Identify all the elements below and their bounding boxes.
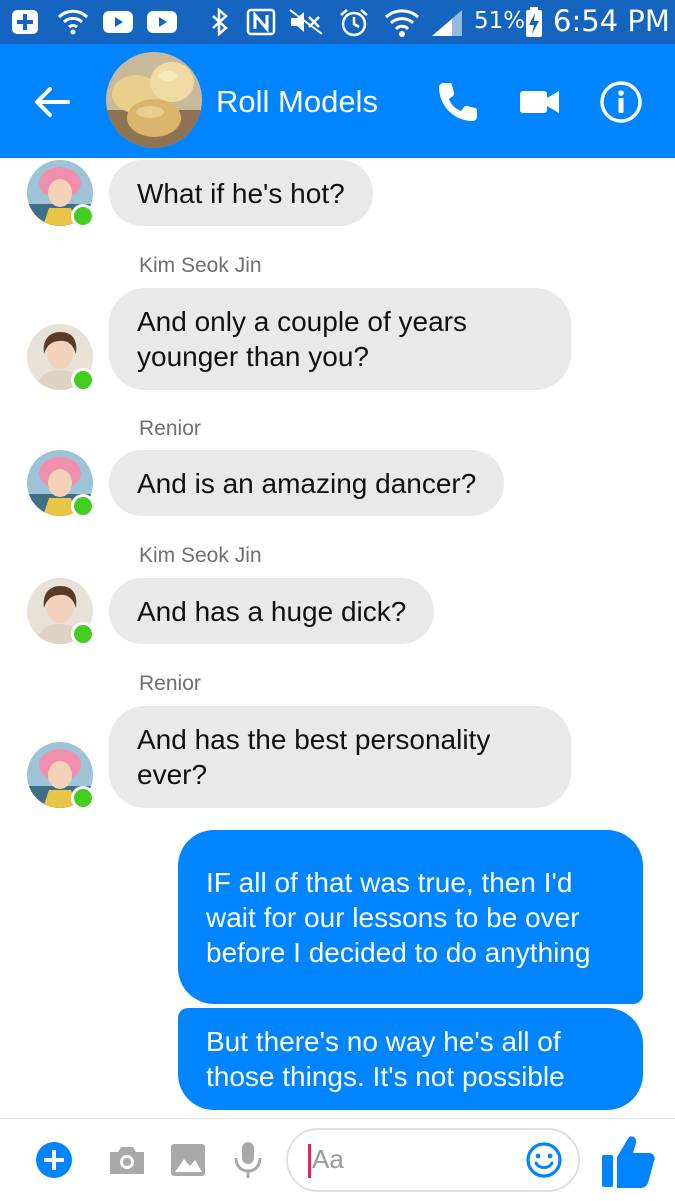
- add-icon: [36, 1142, 72, 1178]
- bluetooth-icon: [212, 8, 228, 36]
- video-camera-icon: [520, 91, 559, 113]
- sender-avatar[interactable]: [27, 324, 95, 392]
- online-indicator: [71, 204, 95, 228]
- bread-rolls-photo: [106, 52, 202, 148]
- send-like-button[interactable]: [598, 1131, 658, 1191]
- message-text: IF all of that was true, then I'd wait f…: [206, 866, 591, 968]
- message-text: And only a couple of years younger than …: [137, 306, 467, 372]
- online-indicator: [71, 368, 95, 392]
- mute-icon: [289, 9, 323, 35]
- wifi-calling-icon: [57, 9, 89, 35]
- youtube-icon: [103, 11, 133, 33]
- sender-name: Kim Seok Jin: [139, 254, 262, 277]
- message-bubble[interactable]: And is an amazing dancer?: [109, 450, 505, 516]
- battery-charging-icon: [526, 7, 542, 37]
- message-input-placeholder: Aa: [312, 1144, 344, 1174]
- camera-icon: [110, 1147, 144, 1174]
- thumbs-up-icon: [602, 1136, 655, 1188]
- message-bubble[interactable]: And only a couple of years younger than …: [109, 288, 571, 390]
- back-button[interactable]: [28, 80, 76, 124]
- online-indicator: [71, 786, 95, 810]
- signal-icon: [432, 10, 462, 36]
- gallery-icon: [171, 1144, 205, 1176]
- message-bubble[interactable]: And has the best personality ever?: [109, 706, 571, 808]
- info-icon: [600, 81, 642, 123]
- clock: 6:54 PM: [553, 4, 670, 38]
- emoji-icon: [526, 1142, 562, 1178]
- sender-avatar[interactable]: [27, 450, 95, 518]
- voice-message-button[interactable]: [227, 1139, 269, 1181]
- sender-avatar[interactable]: [27, 742, 95, 810]
- status-bar: 51% 6:54 PM: [0, 0, 675, 44]
- microphone-icon: [234, 1142, 262, 1178]
- camera-button[interactable]: [106, 1139, 148, 1181]
- battery-percentage: 51%: [474, 8, 526, 34]
- message-input[interactable]: Aa: [286, 1128, 580, 1192]
- back-arrow-icon: [35, 87, 70, 117]
- more-actions-button[interactable]: [33, 1139, 75, 1181]
- sender-name: Kim Seok Jin: [139, 544, 262, 567]
- conversation-info-button[interactable]: [597, 78, 645, 126]
- conversation-header: Roll Models: [0, 44, 675, 158]
- message-text: And is an amazing dancer?: [137, 467, 477, 499]
- message-list[interactable]: What if he's hot? Kim Seok Jin And only …: [0, 158, 675, 1118]
- text-cursor: [308, 1144, 311, 1178]
- nfc-icon: [246, 8, 276, 36]
- emoji-button[interactable]: [524, 1140, 564, 1180]
- message-text: But there's no way he's all of those thi…: [206, 1026, 565, 1092]
- phone-icon: [439, 83, 477, 121]
- add-box-icon: [12, 10, 38, 34]
- wifi-icon: [385, 9, 419, 37]
- youtube-icon: [147, 11, 177, 33]
- sender-name: Renior: [139, 417, 201, 440]
- message-bubble[interactable]: And has a huge dick?: [109, 578, 435, 644]
- message-bubble[interactable]: IF all of that was true, then I'd wait f…: [178, 830, 643, 1004]
- message-bubble[interactable]: What if he's hot?: [109, 160, 373, 226]
- video-call-button[interactable]: [516, 78, 564, 126]
- conversation-title: Roll Models: [216, 84, 378, 119]
- message-bubble[interactable]: But there's no way he's all of those thi…: [178, 1008, 643, 1110]
- message-composer: Aa: [0, 1118, 675, 1201]
- message-text: What if he's hot?: [137, 177, 345, 209]
- online-indicator: [71, 622, 95, 646]
- gallery-button[interactable]: [167, 1139, 209, 1181]
- alarm-icon: [340, 9, 368, 37]
- message-text: And has the best personality ever?: [137, 724, 491, 790]
- message-text: And has a huge dick?: [137, 595, 407, 627]
- voice-call-button[interactable]: [434, 78, 482, 126]
- sender-name: Renior: [139, 672, 201, 695]
- sender-avatar[interactable]: [27, 578, 95, 646]
- group-avatar[interactable]: [106, 52, 202, 148]
- online-indicator: [71, 494, 95, 518]
- sender-avatar[interactable]: [27, 160, 95, 228]
